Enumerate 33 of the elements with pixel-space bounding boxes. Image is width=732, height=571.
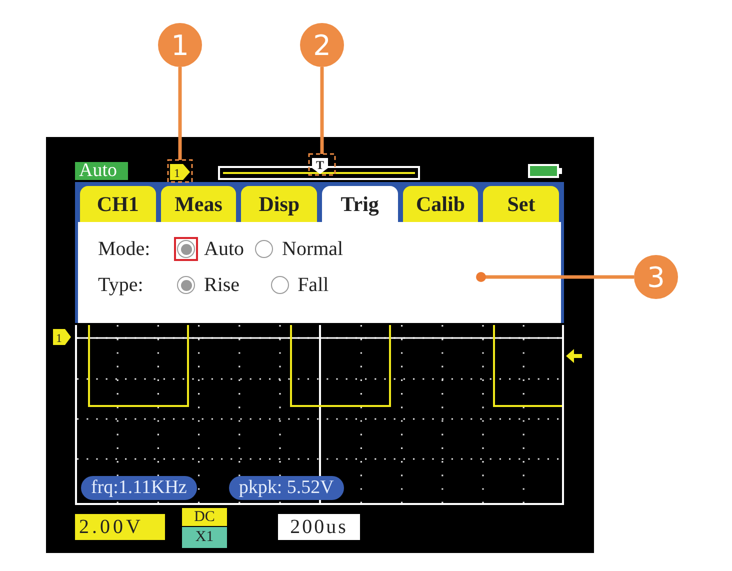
option-label: Normal xyxy=(282,238,344,260)
leader-dot xyxy=(476,272,486,282)
coupling-label: DC xyxy=(182,508,227,526)
menu-tab[interactable]: Calib xyxy=(402,186,478,222)
radio-button[interactable] xyxy=(270,276,289,294)
option-label: Auto xyxy=(204,238,244,260)
trigger-mode-label: Auto xyxy=(75,162,128,180)
callout-badge: 3 xyxy=(634,255,678,299)
callout-badge: 1 xyxy=(158,23,202,67)
radio-button[interactable] xyxy=(255,240,273,258)
trigger-marker[interactable]: T xyxy=(311,157,329,175)
measurement-readout: frq:1.11KHz xyxy=(81,476,197,500)
trigger-level-arrow-icon[interactable] xyxy=(566,349,582,363)
callout-badge: 2 xyxy=(300,23,344,67)
channel-level-marker[interactable]: 1 xyxy=(53,329,71,345)
menu-tab[interactable]: Meas xyxy=(160,186,236,222)
measurement-readout: pkpk: 5.52V xyxy=(228,476,344,500)
setting-label: Mode: xyxy=(98,238,152,260)
radio-button[interactable] xyxy=(177,276,195,294)
time-per-division: 200us xyxy=(278,514,360,540)
battery-icon xyxy=(528,164,562,178)
menu-tab[interactable]: Disp xyxy=(241,186,318,222)
highlight-frame xyxy=(308,153,336,176)
setting-label: Type: xyxy=(98,274,144,296)
option-label: Rise xyxy=(204,274,240,296)
volts-per-division: 2.00V xyxy=(75,514,165,540)
menu-tab[interactable]: CH1 xyxy=(80,186,156,222)
menu-tab[interactable]: Trig xyxy=(322,186,398,222)
channel-marker: 1 xyxy=(170,164,190,180)
highlight-frame xyxy=(167,159,193,183)
option-label: Fall xyxy=(298,274,329,296)
probe-label: X1 xyxy=(182,527,227,548)
menu-tab[interactable]: Set xyxy=(483,186,560,222)
